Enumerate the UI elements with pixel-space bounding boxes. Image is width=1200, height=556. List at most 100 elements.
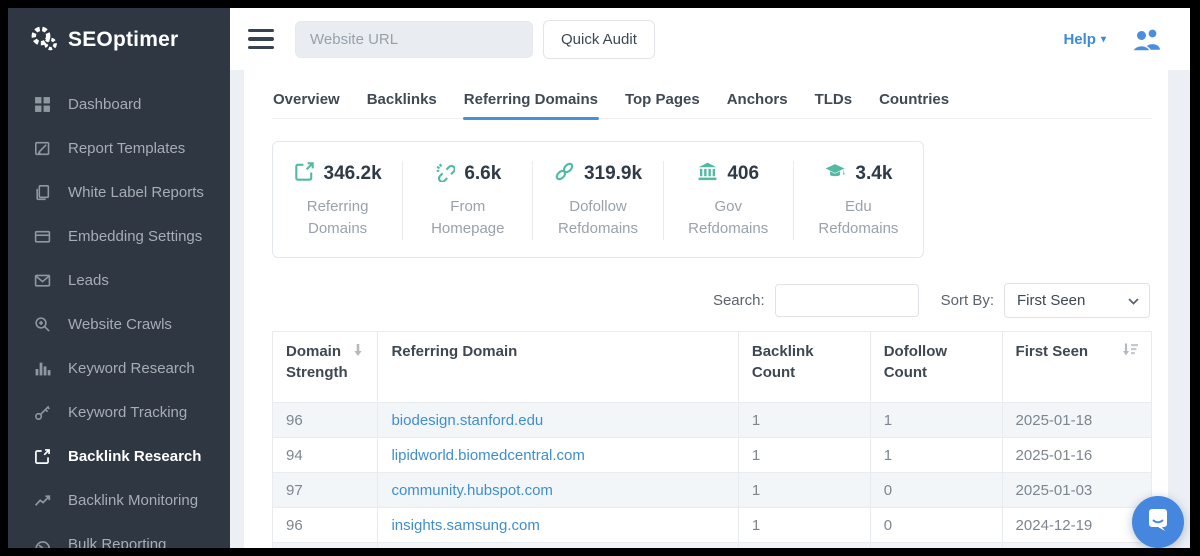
sidebar-item-website-crawls[interactable]: Website Crawls [8,302,230,346]
sidebar-item-backlink-research[interactable]: Backlink Research [8,434,230,478]
cell-first-seen: 2025-01-03 [1002,473,1151,508]
cell-backlink-count: 1 [738,508,870,543]
embedding-settings-icon [33,227,51,245]
stat-value: 406 [727,163,759,185]
brand-name: SEOptimer [68,28,178,52]
sidebar-item-keyword-tracking[interactable]: Keyword Tracking [8,390,230,434]
stat-label: Dofollow Refdomains [552,196,644,240]
sidebar-item-bulk-reporting[interactable]: Bulk Reporting [8,522,230,548]
app-window: SEOptimer Dashboard Report Templates Whi… [8,8,1190,548]
sidebar-item-backlink-monitoring[interactable]: Backlink Monitoring [8,478,230,522]
column-header-backlink-count[interactable]: Backlink Count [738,331,870,403]
column-header-referring-domain[interactable]: Referring Domain [378,331,738,403]
table-row: 96 biodesign.stanford.edu 1 1 2025-01-18 [273,403,1152,438]
referring-domain-link[interactable]: insights.samsung.com [391,517,539,534]
cell-first-seen: 2024-12-13 [1002,543,1151,549]
tab-top-pages[interactable]: Top Pages [624,84,701,118]
sidebar-item-label: Dashboard [68,96,141,113]
sidebar-item-label: Report Templates [68,140,185,157]
sidebar-item-keyword-research[interactable]: Keyword Research [8,346,230,390]
backlink-research-external-link-icon [33,447,51,465]
stat-referring-domains: 346.2k Referring Domains [273,161,403,240]
stat-value: 319.9k [584,163,642,185]
tab-tlds[interactable]: TLDs [814,84,854,118]
sidebar-item-label: Embedding Settings [68,228,202,245]
sort-by-value: First Seen [1017,292,1085,309]
tab-overview[interactable]: Overview [272,84,341,118]
cell-domain-strength: 97 [273,543,378,549]
sort-by-select[interactable]: First Seen [1004,283,1150,318]
search-label: Search: [713,292,765,309]
graduation-cap-icon [824,161,846,187]
cell-dofollow-count: 0 [870,508,1002,543]
sort-by-label: Sort By: [941,292,994,309]
stat-dofollow-refdomains: 319.9k Dofollow Refdomains [533,161,663,240]
cell-domain-strength: 97 [273,473,378,508]
stat-value: 6.6k [464,163,501,185]
topbar: Quick Audit Help ▾ [230,8,1190,70]
tab-backlinks[interactable]: Backlinks [366,84,438,118]
sidebar-item-label: Keyword Tracking [68,404,187,421]
content-area: Overview Backlinks Referring Domains Top… [230,70,1190,548]
broken-link-icon [434,161,455,187]
stat-label: Edu Refdomains [812,196,904,240]
sidebar-item-label: Website Crawls [68,316,172,333]
column-header-domain-strength[interactable]: Domain Strength [273,331,378,403]
hamburger-menu-icon[interactable] [248,29,274,50]
chat-bubble-icon [1145,507,1171,538]
report-panel: Overview Backlinks Referring Domains Top… [244,70,1168,548]
sidebar-item-embedding-settings[interactable]: Embedding Settings [8,214,230,258]
cell-first-seen: 2025-01-16 [1002,438,1151,473]
link-icon [554,161,575,187]
cell-referring-domain: heal.nih.gov [378,543,738,549]
referring-domain-link[interactable]: biodesign.stanford.edu [391,412,543,429]
sidebar-item-label: Leads [68,272,109,289]
stat-edu-refdomains: 3.4k Edu Refdomains [794,161,923,240]
sidebar-item-leads[interactable]: Leads [8,258,230,302]
stat-gov-refdomains: 406 Gov Refdomains [664,161,794,240]
main-area: Quick Audit Help ▾ [230,8,1190,548]
stat-label: From Homepage [422,196,514,240]
sidebar-nav: Dashboard Report Templates White Label R… [8,72,230,548]
cell-dofollow-count: 1 [870,438,1002,473]
sidebar: SEOptimer Dashboard Report Templates Whi… [8,8,230,548]
search-input[interactable] [775,284,919,317]
website-crawls-search-icon [33,315,51,333]
sidebar-item-label: White Label Reports [68,184,204,201]
cell-domain-strength: 94 [273,438,378,473]
sidebar-item-white-label-reports[interactable]: White Label Reports [8,170,230,214]
tab-anchors[interactable]: Anchors [726,84,789,118]
chat-widget-button[interactable] [1132,496,1184,548]
help-menu[interactable]: Help ▾ [1063,31,1106,48]
sidebar-item-report-templates[interactable]: Report Templates [8,126,230,170]
referring-domain-link[interactable]: community.hubspot.com [391,482,552,499]
sort-arrow-down-icon [352,342,364,364]
column-header-first-seen[interactable]: First Seen [1002,331,1151,403]
cell-domain-strength: 96 [273,403,378,438]
brand-logo[interactable]: SEOptimer [8,8,230,72]
referring-domains-table: Domain Strength Referring Domain Backlin… [272,331,1152,549]
sidebar-item-label: Keyword Research [68,360,195,377]
cell-referring-domain: biodesign.stanford.edu [378,403,738,438]
table-row: 97 community.hubspot.com 1 0 2025-01-03 [273,473,1152,508]
referring-domain-link[interactable]: lipidworld.biomedcentral.com [391,447,584,464]
column-header-dofollow-count[interactable]: Dofollow Count [870,331,1002,403]
website-url-input[interactable] [295,21,533,58]
dashboard-icon [33,95,51,113]
bank-icon [697,161,718,187]
cell-first-seen: 2025-01-18 [1002,403,1151,438]
tab-referring-domains[interactable]: Referring Domains [463,84,599,118]
keyword-tracking-key-icon [33,403,51,421]
backlink-monitoring-chart-icon [33,491,51,509]
quick-audit-button[interactable]: Quick Audit [543,20,655,59]
chevron-down-icon: ▾ [1101,34,1106,45]
table-row: 96 insights.samsung.com 1 0 2024-12-19 [273,508,1152,543]
tab-countries[interactable]: Countries [878,84,950,118]
users-icon[interactable] [1130,27,1164,52]
stat-label: Gov Refdomains [682,196,774,240]
chevron-down-icon [1128,292,1139,309]
stat-value: 346.2k [324,163,382,185]
sidebar-item-dashboard[interactable]: Dashboard [8,82,230,126]
external-link-icon [294,161,315,187]
cell-backlink-count: 1 [738,473,870,508]
